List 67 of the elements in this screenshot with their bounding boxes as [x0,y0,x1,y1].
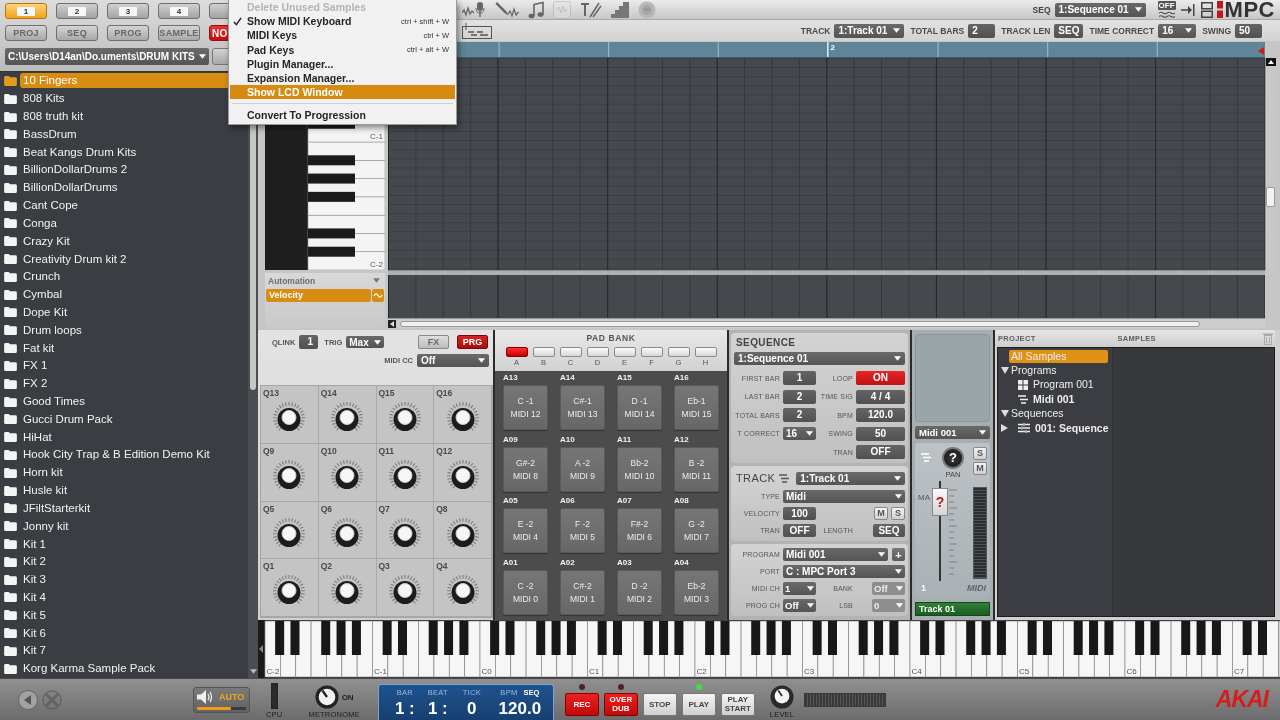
key-label: C-2 [370,260,383,269]
knob-label: Q2 [319,561,333,572]
lcd-value: 1 : [427,698,448,719]
octave-label: C3 [804,667,815,676]
knob-label: Q12 [435,445,453,456]
field-label: TRACK LEN [1001,25,1051,36]
pad-label: A02 [560,557,575,568]
knob-label: Q11 [377,445,395,456]
logo-wordmark: MPC [1224,0,1275,20]
knob-label: Q15 [377,388,395,398]
pad-label: A01 [503,557,518,568]
knob-label: Q10 [319,445,337,456]
field-label: TIME CORRECT [1089,25,1155,36]
octave-label: C-1 [374,667,387,676]
fader-label: MA [918,493,930,504]
key-label: C-1 [370,132,383,141]
pad-label: A11 [617,434,632,445]
field-label: TRACK [800,25,831,36]
pad-label: A03 [617,557,632,568]
knob-label: Q9 [262,445,275,456]
pad-label: A12 [674,434,689,445]
knob-label: Q4 [435,561,448,572]
lcd-value: 1 : [394,698,415,719]
knob-label: Q5 [262,503,275,514]
pad-label: A16 [674,373,689,383]
octave-label: C5 [1019,667,1030,676]
channel-number: 1 [920,583,926,593]
pad-label: A08 [674,496,689,506]
automation-label: AUTO [219,691,245,702]
knob-label: Q3 [377,561,390,572]
lcd-value: 0 [467,698,477,719]
pad-label: A15 [617,373,632,383]
section-title: SEQUENCE [735,337,796,349]
track-name: Track 01 [915,602,990,616]
section-title: TRACK [735,472,776,484]
octave-label: C-2 [266,667,280,676]
knob-label: Q14 [319,388,337,398]
automation-title: Automation [268,275,316,286]
pad-label: A10 [560,434,575,445]
pad-label: A06 [560,496,575,506]
lcd-value: 120.0 [498,698,542,719]
knob-label: Q13 [262,388,280,398]
knob-label: Q7 [377,503,390,514]
logo-wordmark: AKAI [1215,686,1270,713]
octave-label: C2 [696,667,707,676]
octave-label: C4 [911,667,922,676]
field-label: TOTAL BARS [910,25,965,36]
pad-label: A14 [560,373,575,383]
bar-number: 2 [829,42,835,52]
metronome-on-label: ON [341,692,354,702]
field-label: SWING [1202,25,1231,36]
field-label: SEQ [1032,4,1051,15]
knob-label: Q6 [319,503,333,514]
meter-label: MIDI [967,583,987,593]
pad-label: A05 [503,496,518,506]
knob-label: Q1 [262,561,275,572]
panel-title: PAD BANK [586,333,636,343]
pad-label: A13 [503,373,518,383]
pad-label: A09 [503,434,518,445]
pad-label: A04 [674,557,689,568]
octave-label: C7 [1234,667,1245,676]
knob-label: Q8 [435,503,448,514]
octave-label: C0 [481,667,492,676]
octave-label: C1 [589,667,600,676]
pad-label: A07 [617,496,632,506]
knob-label: Q16 [435,388,453,398]
octave-label: C6 [1126,667,1137,676]
